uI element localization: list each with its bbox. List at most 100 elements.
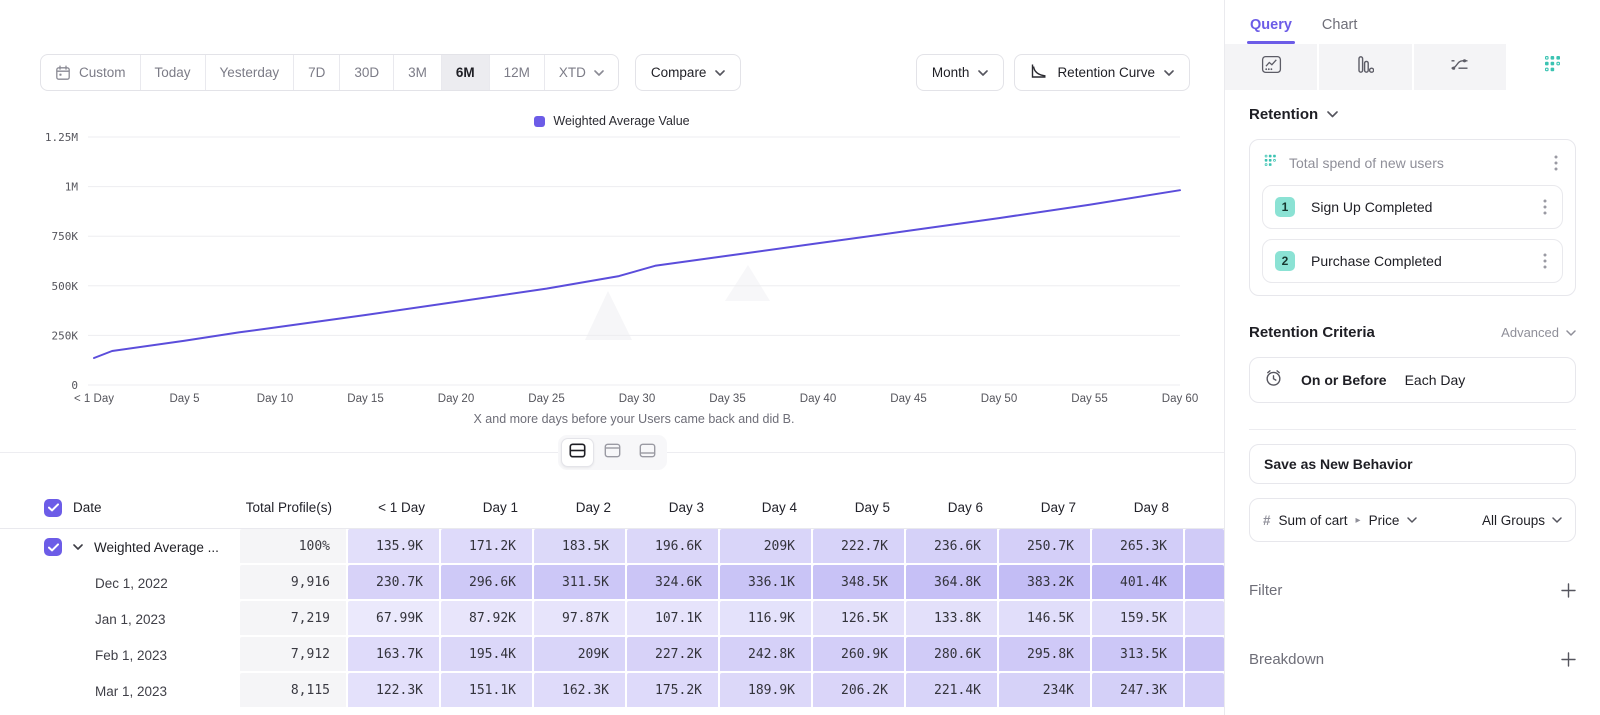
table-row[interactable]: Dec 1, 2022 9,916230.7K296.6K311.5K324.6… — [0, 565, 1224, 601]
range-xtd[interactable]: XTD — [545, 55, 618, 90]
column-header-day[interactable]: Day 8 — [1092, 500, 1185, 515]
column-header-day[interactable]: Day 4 — [720, 500, 813, 515]
table-cell[interactable]: 336.1K — [720, 565, 813, 601]
expand-chevron-icon[interactable] — [73, 544, 83, 550]
table-cell[interactable]: 151.1K — [441, 673, 534, 709]
total-profiles-cell[interactable]: 8,115 — [240, 673, 348, 709]
add-filter-button[interactable] — [1561, 583, 1576, 598]
column-header-day[interactable]: Day 5 — [813, 500, 906, 515]
kebab-menu-icon[interactable] — [1551, 155, 1561, 171]
table-cell[interactable]: 209K — [720, 529, 813, 565]
row-checkbox[interactable] — [44, 538, 62, 556]
table-cell[interactable]: 250.7K — [999, 529, 1092, 565]
column-header-date[interactable]: Date — [0, 499, 240, 517]
column-header-day[interactable]: Day 2 — [534, 500, 627, 515]
table-row[interactable]: Jan 1, 2023 7,21967.99K87.92K97.87K107.1… — [0, 601, 1224, 637]
table-cell[interactable]: 295.8K — [999, 637, 1092, 673]
table-bottom-view-button[interactable] — [631, 438, 664, 467]
table-cell[interactable]: 348.5K — [813, 565, 906, 601]
retention-line-series[interactable] — [94, 190, 1180, 358]
tab-query[interactable]: Query — [1250, 17, 1292, 44]
range-7d[interactable]: 7D — [294, 55, 340, 90]
save-as-new-behavior-button[interactable]: Save as New Behavior — [1249, 444, 1576, 484]
table-row[interactable]: Mar 1, 2023 8,115122.3K151.1K162.3K175.2… — [0, 673, 1224, 709]
range-today[interactable]: Today — [141, 55, 206, 90]
column-header-total-profiles[interactable]: Total Profile(s) — [240, 500, 348, 515]
criteria-timing-selector[interactable]: On or Before Each Day — [1249, 357, 1576, 403]
table-cell[interactable]: 265.3K — [1092, 529, 1185, 565]
retention-section-dropdown[interactable]: Retention — [1249, 106, 1576, 123]
chart-legend[interactable]: Weighted Average Value — [0, 114, 1224, 128]
tab-chart[interactable]: Chart — [1322, 17, 1357, 44]
column-header-day[interactable]: Day 7 — [999, 500, 1092, 515]
table-cell[interactable]: 242.8K — [720, 637, 813, 673]
table-cell[interactable]: 122.3K — [348, 673, 441, 709]
select-all-checkbox[interactable] — [44, 499, 62, 517]
table-cell[interactable]: 133.8K — [906, 601, 999, 637]
advanced-dropdown[interactable]: Advanced — [1501, 325, 1576, 340]
retention-curve-plot[interactable]: 1.25M1M750K500K250K0< 1 DayDay 5Day 10Da… — [0, 105, 1224, 437]
table-cell[interactable]: 159.5K — [1092, 601, 1185, 637]
chart-top-view-button[interactable] — [596, 438, 629, 467]
table-cell[interactable]: 162.3K — [534, 673, 627, 709]
table-cell[interactable]: 97.87K — [534, 601, 627, 637]
table-cell[interactable]: 296.6K — [441, 565, 534, 601]
table-cell[interactable]: 221.4K — [906, 673, 999, 709]
total-profiles-cell[interactable]: 100% — [240, 529, 348, 565]
column-header-day[interactable]: Day 1 — [441, 500, 534, 515]
table-cell[interactable]: 67.99K — [348, 601, 441, 637]
total-profiles-cell[interactable]: 7,912 — [240, 637, 348, 673]
table-cell[interactable]: 116.9K — [720, 601, 813, 637]
table-cell[interactable]: 135.9K — [348, 529, 441, 565]
table-cell[interactable]: 230.7K — [348, 565, 441, 601]
compare-button[interactable]: Compare — [635, 54, 742, 91]
table-cell[interactable]: 401.4K — [1092, 565, 1185, 601]
kebab-menu-icon[interactable] — [1540, 199, 1550, 215]
range-12m[interactable]: 12M — [490, 55, 545, 90]
behavior-step-2[interactable]: 2 Purchase Completed — [1262, 239, 1563, 283]
bar-chart-tab[interactable] — [1319, 44, 1413, 90]
table-cell[interactable]: 227.2K — [627, 637, 720, 673]
table-row[interactable]: Feb 1, 2023 7,912163.7K195.4K209K227.2K2… — [0, 637, 1224, 673]
table-cell[interactable]: 234K — [999, 673, 1092, 709]
table-cell[interactable]: 163.7K — [348, 637, 441, 673]
table-cell[interactable]: 324.6K — [627, 565, 720, 601]
column-header-day[interactable]: Day 3 — [627, 500, 720, 515]
table-cell[interactable]: 146.5K — [999, 601, 1092, 637]
range-yesterday[interactable]: Yesterday — [206, 55, 295, 90]
table-cell[interactable]: 383.2K — [999, 565, 1092, 601]
all-groups-dropdown[interactable]: All Groups — [1482, 513, 1562, 528]
table-cell[interactable]: 280.6K — [906, 637, 999, 673]
retention-chart[interactable]: Weighted Average Value 1.25M1M750K500K25… — [0, 105, 1224, 437]
table-cell[interactable]: 196.6K — [627, 529, 720, 565]
table-cell[interactable]: 247.3K — [1092, 673, 1185, 709]
table-cell[interactable]: 260.9K — [813, 637, 906, 673]
range-30d[interactable]: 30D — [340, 55, 394, 90]
table-cell[interactable]: 175.2K — [627, 673, 720, 709]
column-header-day[interactable]: Day 6 — [906, 500, 999, 515]
table-row-weighted-average[interactable]: Weighted Average ... 100%135.9K171.2K183… — [0, 529, 1224, 565]
table-cell[interactable]: 189.9K — [720, 673, 813, 709]
add-breakdown-button[interactable] — [1561, 652, 1576, 667]
kebab-menu-icon[interactable] — [1540, 253, 1550, 269]
flow-chart-tab[interactable] — [1414, 44, 1508, 90]
range-3m[interactable]: 3M — [394, 55, 442, 90]
table-cell[interactable]: 311.5K — [534, 565, 627, 601]
table-cell[interactable]: 195.4K — [441, 637, 534, 673]
retention-chart-tab[interactable] — [1508, 44, 1600, 90]
range-custom[interactable]: Custom — [41, 55, 141, 90]
table-cell[interactable]: 222.7K — [813, 529, 906, 565]
table-cell[interactable]: 171.2K — [441, 529, 534, 565]
table-cell[interactable]: 209K — [534, 637, 627, 673]
insights-chart-tab[interactable] — [1225, 44, 1319, 90]
range-6m[interactable]: 6M — [442, 55, 490, 90]
table-cell[interactable]: 126.5K — [813, 601, 906, 637]
behavior-step-1[interactable]: 1 Sign Up Completed — [1262, 185, 1563, 229]
total-profiles-cell[interactable]: 7,219 — [240, 601, 348, 637]
split-view-button[interactable] — [561, 438, 594, 467]
table-cell[interactable]: 313.5K — [1092, 637, 1185, 673]
table-cell[interactable]: 236.6K — [906, 529, 999, 565]
table-cell[interactable]: 206.2K — [813, 673, 906, 709]
table-cell[interactable]: 183.5K — [534, 529, 627, 565]
table-cell[interactable]: 87.92K — [441, 601, 534, 637]
